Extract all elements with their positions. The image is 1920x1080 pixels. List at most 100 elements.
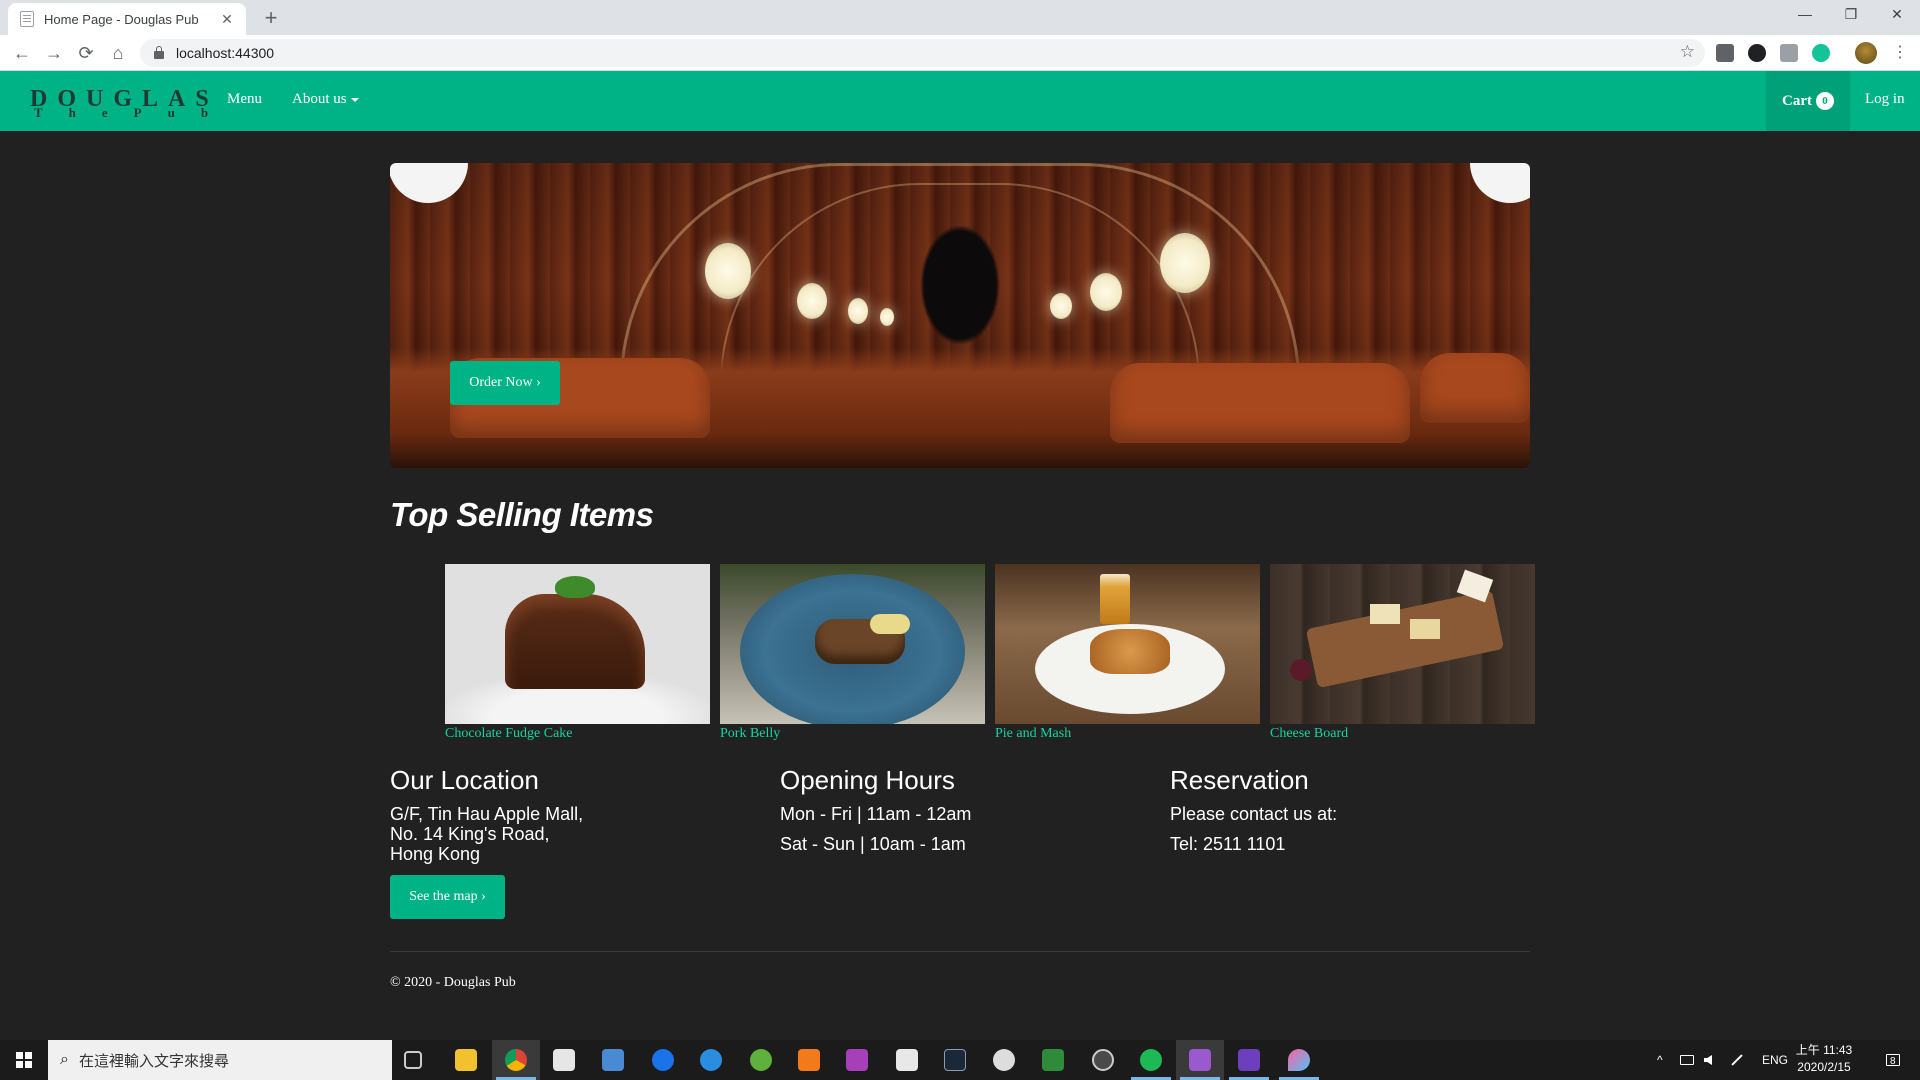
reservation-title: Reservation	[1170, 765, 1309, 795]
extension-grammarly-icon[interactable]	[1812, 44, 1830, 62]
product-card[interactable]: Cheese Board	[1270, 564, 1535, 742]
product-photo-pie-mash[interactable]	[995, 564, 1260, 724]
cart-link[interactable]: Cart 0	[1766, 71, 1850, 131]
hero-lamp	[848, 298, 868, 324]
hours-line: Mon - Fri | 11am - 12am	[780, 804, 972, 824]
lock-icon	[154, 46, 164, 59]
visual-studio-icon[interactable]	[1189, 1049, 1211, 1071]
nav-about-dropdown[interactable]: About us	[292, 91, 359, 108]
hero-lamp	[880, 308, 894, 326]
clock-time: 上午 11:43	[1795, 1043, 1853, 1057]
extension-shield-icon[interactable]	[1780, 44, 1798, 62]
obs-icon[interactable]	[1092, 1049, 1114, 1071]
see-map-button[interactable]: See the map ›	[390, 875, 505, 919]
back-button[interactable]: ←	[8, 39, 36, 67]
address-bar[interactable]: localhost:44300 ☆	[140, 39, 1705, 67]
location-section: Our Location G/F, Tin Hau Apple Mall, No…	[390, 765, 583, 864]
address-line: Hong Kong	[390, 844, 481, 864]
window-close-button[interactable]: ✕	[1874, 0, 1920, 30]
browser-tab[interactable]: Home Page - Douglas Pub ✕	[8, 3, 246, 35]
reload-button[interactable]: ⟳	[72, 39, 100, 67]
product-photo-cheese-board[interactable]	[1270, 564, 1535, 724]
search-icon: ⌕	[60, 1051, 69, 1068]
window-restore-button[interactable]: ❐	[1828, 0, 1874, 30]
bookmark-star-icon[interactable]: ☆	[1680, 42, 1695, 62]
reservation-section: Reservation Please contact us at: Tel: 2…	[1170, 765, 1337, 854]
visual-studio-alt-icon[interactable]	[1238, 1049, 1260, 1071]
product-name[interactable]: Cheese Board	[1270, 726, 1535, 742]
utorrent-icon[interactable]	[750, 1049, 772, 1071]
hero-lamp	[1160, 233, 1210, 293]
tray-overflow-chevron[interactable]: ^	[1657, 1040, 1663, 1080]
nav-about-label: About us	[292, 91, 347, 107]
notification-count: 8	[1890, 1056, 1896, 1067]
mail-icon[interactable]	[553, 1049, 575, 1071]
product-card[interactable]: Pie and Mash	[995, 564, 1260, 742]
window-minimize-button[interactable]: —	[1782, 0, 1828, 30]
site-logo[interactable]: DOUGLAS ThePub	[30, 87, 234, 119]
internet-explorer-icon[interactable]	[700, 1049, 722, 1071]
input-language[interactable]: ENG	[1762, 1040, 1788, 1080]
top-selling-title: Top Selling Items	[390, 496, 654, 533]
login-link[interactable]: Log in	[1865, 91, 1905, 108]
volume-icon[interactable]	[1704, 1040, 1720, 1080]
product-photo-cake[interactable]	[445, 564, 710, 724]
order-now-button[interactable]: Order Now ›	[450, 361, 560, 405]
app-gear-icon[interactable]	[993, 1049, 1015, 1071]
hero-lamp	[1050, 293, 1072, 319]
product-card[interactable]: Chocolate Fudge Cake	[445, 564, 710, 742]
product-name[interactable]: Chocolate Fudge Cake	[445, 726, 710, 742]
app-m-icon[interactable]	[846, 1049, 868, 1071]
page-favicon-icon	[20, 11, 34, 27]
nav-menu-link[interactable]: Menu	[227, 91, 262, 108]
hero-corner-lamp	[390, 163, 468, 203]
extension-se-icon[interactable]	[1716, 44, 1734, 62]
hero-lamp	[705, 243, 751, 299]
reservation-phone: Tel: 2511 1101	[1170, 834, 1286, 854]
app-green-icon[interactable]	[1042, 1049, 1064, 1071]
product-photo-pork-belly[interactable]	[720, 564, 985, 724]
file-explorer-icon[interactable]	[455, 1049, 477, 1071]
browser-toolbar: ← → ⟳ ⌂ localhost:44300 ☆ ⋮	[0, 35, 1920, 71]
chevron-down-icon	[350, 97, 359, 102]
app-pin-icon[interactable]	[1288, 1049, 1310, 1071]
clock-date: 2020/2/15	[1797, 1060, 1851, 1074]
opening-hours-title: Opening Hours	[780, 765, 955, 795]
taskbar-clock[interactable]: 上午 11:43 2020/2/15	[1794, 1042, 1854, 1076]
app-orange-icon[interactable]	[798, 1049, 820, 1071]
footer-copyright: © 2020 - Douglas Pub	[390, 975, 516, 990]
extension-incognito-icon[interactable]	[1748, 44, 1766, 62]
product-name[interactable]: Pork Belly	[720, 726, 985, 742]
store-icon[interactable]	[896, 1049, 918, 1071]
hero-image: Order Now ›	[390, 163, 1530, 468]
taskbar-search[interactable]: ⌕ 在這裡輸入文字來搜尋	[48, 1040, 392, 1080]
tab-title: Home Page - Douglas Pub	[44, 11, 199, 27]
location-title: Our Location	[390, 765, 539, 795]
cart-count-badge: 0	[1816, 92, 1834, 110]
address-line: G/F, Tin Hau Apple Mall,	[390, 804, 584, 824]
notification-center-icon[interactable]: 8	[1882, 1040, 1904, 1080]
footer-divider	[390, 951, 1530, 952]
network-icon[interactable]	[1680, 1040, 1696, 1080]
edge-icon[interactable]	[652, 1049, 674, 1071]
product-card[interactable]: Pork Belly	[720, 564, 985, 742]
home-button[interactable]: ⌂	[104, 39, 132, 67]
start-button[interactable]	[0, 1040, 48, 1080]
forward-button[interactable]: →	[40, 39, 68, 67]
product-name[interactable]: Pie and Mash	[995, 726, 1260, 742]
steam-icon[interactable]	[944, 1049, 966, 1071]
tab-close-icon[interactable]: ✕	[218, 11, 236, 28]
new-tab-button[interactable]: +	[258, 5, 284, 31]
taskbar-search-placeholder: 在這裡輸入文字來搜尋	[78, 1052, 229, 1070]
windows-logo-icon	[16, 1052, 32, 1068]
chrome-icon[interactable]	[505, 1049, 527, 1071]
task-view-icon[interactable]	[404, 1051, 422, 1069]
hero-corner-lamp	[1470, 163, 1530, 203]
browser-menu-icon[interactable]: ⋮	[1890, 40, 1910, 66]
defender-icon[interactable]	[602, 1049, 624, 1071]
site-navbar: DOUGLAS ThePub Menu About us Cart 0 Log …	[0, 71, 1920, 131]
profile-avatar[interactable]	[1855, 42, 1877, 64]
reservation-line: Please contact us at:	[1170, 804, 1338, 824]
spotify-icon[interactable]	[1140, 1049, 1162, 1071]
pen-icon[interactable]	[1730, 1040, 1748, 1080]
